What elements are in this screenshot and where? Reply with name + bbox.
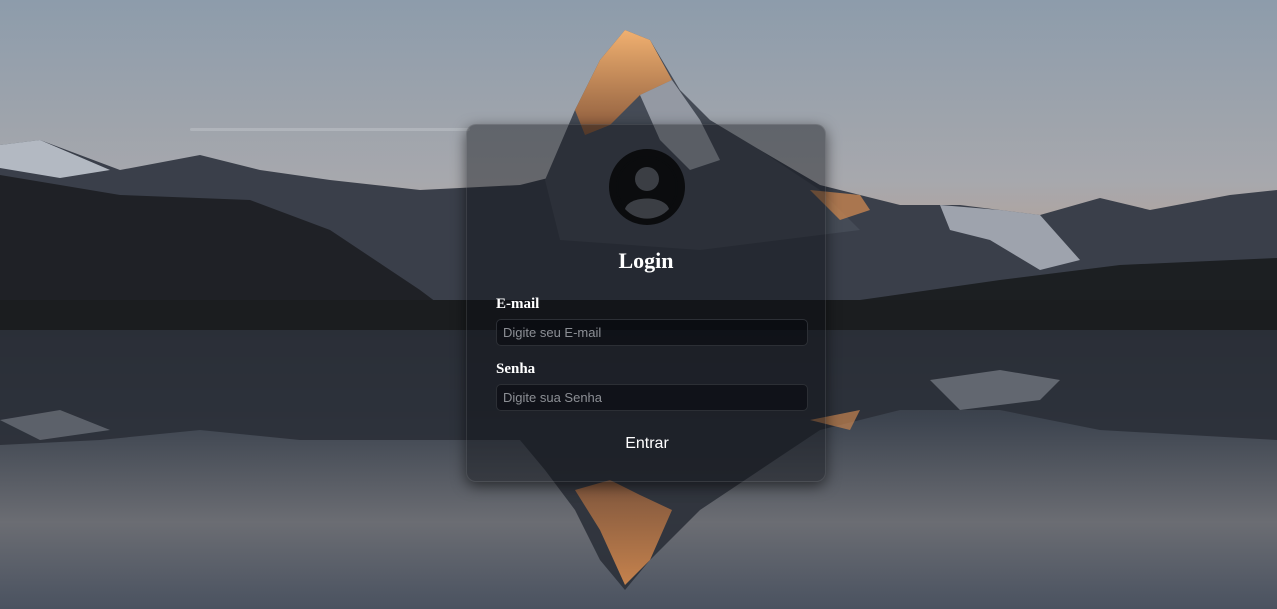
login-card: Login E-mail Senha Entrar <box>466 124 826 482</box>
email-field[interactable] <box>496 319 808 346</box>
page-title: Login <box>618 248 674 273</box>
email-label: E-mail <box>496 296 540 312</box>
user-circle-icon <box>609 149 685 225</box>
submit-button[interactable]: Entrar <box>597 430 697 458</box>
password-field[interactable] <box>496 384 808 411</box>
password-label: Senha <box>496 361 536 377</box>
